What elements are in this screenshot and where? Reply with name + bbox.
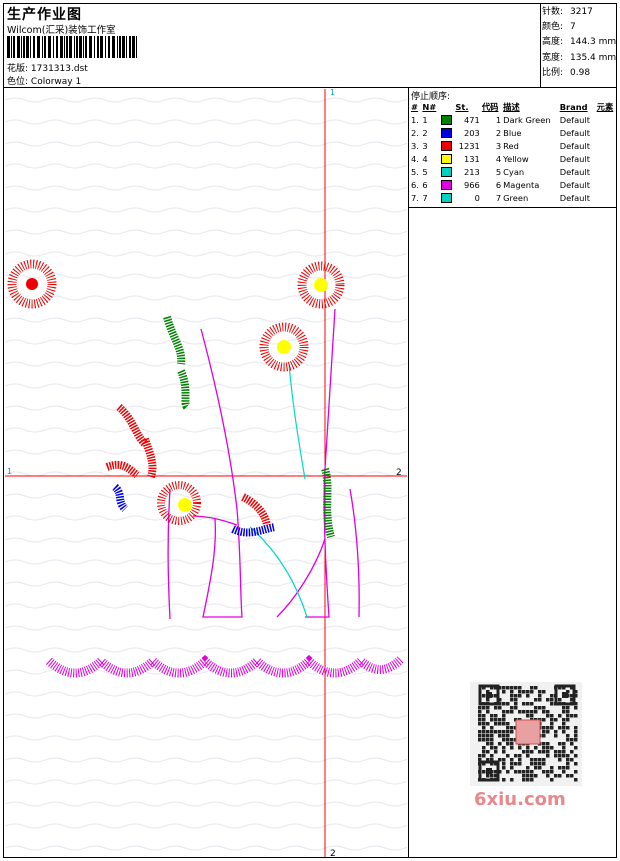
row-needle: 7	[422, 192, 428, 203]
color-swatch	[440, 114, 452, 125]
row-index: 7.	[411, 192, 419, 203]
row-desc: Magenta	[503, 179, 540, 190]
pattern-value: 1731313.dst	[30, 64, 88, 74]
stat-colors: 颜色: 7	[542, 22, 576, 33]
stop-sequence-table: # N# St. 代码 描述 Brand 元素 1. 1 471 1 Dark Gree…	[410, 101, 617, 204]
row-index: 5.	[411, 166, 419, 177]
watermark-text: 6xiu.com	[474, 789, 566, 810]
row-code: 4	[495, 153, 502, 164]
stop-row: 2. 2 203 2 Blue Default	[410, 126, 617, 139]
col-index: #	[411, 102, 418, 112]
company-name: Wilcom(汇采)装饰工作室	[7, 25, 116, 36]
row-needle: 4	[422, 153, 428, 164]
row-needle: 6	[422, 179, 428, 190]
colorway-value: Colorway 1	[30, 77, 82, 87]
row-needle: 3	[422, 140, 428, 151]
col-code: 代码	[481, 102, 499, 112]
stat-height: 高度: 144.3 mm	[542, 37, 617, 48]
row-stitches: 213	[464, 166, 480, 177]
header-divider	[3, 87, 617, 88]
row-code: 3	[495, 140, 502, 151]
stop-row: 3. 3 1231 3 Red Default	[410, 139, 617, 152]
row-needle: 2	[422, 127, 428, 138]
pattern-label: 花版:	[7, 64, 31, 74]
axis-label-top: 1	[330, 89, 335, 97]
col-desc: 描述	[503, 102, 520, 112]
row-brand: Default	[559, 153, 591, 164]
stats-divider	[540, 3, 541, 87]
stat-width: 宽度: 135.4 mm	[542, 52, 617, 63]
col-stitches: St.	[455, 102, 469, 112]
color-swatch	[440, 140, 452, 151]
stop-row: 6. 6 966 6 Magenta Default	[410, 178, 617, 191]
row-brand: Default	[559, 127, 591, 138]
panel-divider	[408, 87, 409, 858]
table-bottom-line	[408, 207, 617, 208]
stats-block: 针数: 3217 颜色: 7 高度: 144.3 mm 宽度: 135.4 mm 比例:…	[542, 5, 616, 81]
row-brand: Default	[559, 114, 591, 125]
row-brand: Default	[559, 166, 591, 177]
color-swatch	[440, 179, 452, 190]
color-swatch	[440, 166, 452, 177]
page-title: 生产作业图	[7, 7, 82, 23]
design-canvas: 1 2 1 2	[5, 89, 407, 857]
axis-label-right: 2	[396, 468, 402, 478]
stat-stitches: 针数: 3217	[542, 7, 593, 17]
row-code: 2	[495, 127, 502, 138]
row-desc: Cyan	[503, 166, 525, 177]
row-stitches: 966	[464, 179, 480, 190]
row-code: 6	[495, 179, 502, 190]
row-code: 7	[495, 192, 502, 203]
col-element: 元素	[596, 102, 614, 112]
color-swatch	[440, 127, 452, 138]
row-needle: 1	[422, 114, 428, 125]
row-index: 3.	[411, 140, 419, 151]
row-stitches: 0	[474, 192, 480, 203]
row-desc: Yellow	[503, 153, 529, 164]
row-index: 1.	[411, 114, 419, 125]
row-stitches: 1231	[458, 140, 480, 151]
row-index: 2.	[411, 127, 419, 138]
color-swatch	[440, 153, 452, 164]
stop-row: 4. 4 131 4 Yellow Default	[410, 152, 617, 165]
row-desc: Blue	[503, 127, 522, 138]
stop-row: 7. 7 0 7 Green Default	[410, 191, 617, 204]
axis-label-bottom: 2	[330, 849, 336, 857]
table-header-row: # N# St. 代码 描述 Brand 元素	[410, 101, 617, 113]
row-desc: Green	[503, 192, 529, 203]
stop-row: 1. 1 471 1 Dark Green Default	[410, 113, 617, 126]
row-desc: Dark Green	[503, 114, 551, 125]
qr-code-image	[470, 682, 582, 786]
row-index: 4.	[411, 153, 419, 164]
row-index: 6.	[411, 179, 419, 190]
row-stitches: 131	[464, 153, 480, 164]
row-stitches: 471	[464, 114, 480, 125]
row-brand: Default	[559, 140, 591, 151]
row-stitches: 203	[464, 127, 480, 138]
row-needle: 5	[422, 166, 428, 177]
stat-scale: 比例: 0.98	[542, 67, 591, 78]
pattern-line: 花版: 1731313.dst	[7, 61, 88, 74]
row-desc: Red	[503, 140, 519, 151]
stop-row: 5. 5 213 5 Cyan Default	[410, 165, 617, 178]
axis-label-left: 1	[7, 467, 12, 476]
row-code: 5	[495, 166, 502, 177]
row-brand: Default	[559, 192, 591, 203]
colorway-line: 色位: Colorway 1	[7, 74, 81, 87]
col-needle: N#	[422, 102, 437, 112]
col-brand: Brand	[559, 102, 588, 112]
row-code: 1	[495, 114, 502, 125]
color-swatch	[440, 192, 452, 203]
row-brand: Default	[559, 179, 591, 190]
barcode-image	[7, 36, 137, 58]
colorway-label: 色位:	[7, 77, 31, 87]
